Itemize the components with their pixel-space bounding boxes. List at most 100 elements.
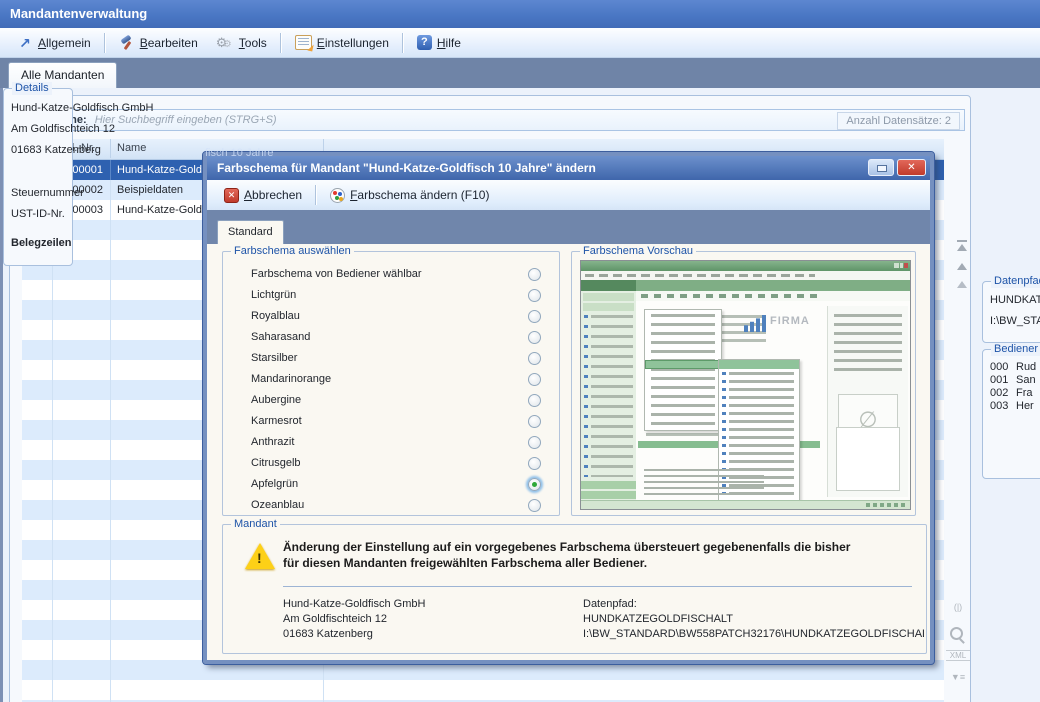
- mdnr-cell: [53, 680, 111, 700]
- mdnr-cell: [53, 540, 111, 560]
- mandant-datapath: Datenpfad: HUNDKATZEGOLDFISCHALT I:\BW_S…: [583, 597, 924, 642]
- toolbar-separator: [280, 33, 282, 53]
- farbschema-option[interactable]: Anthrazit: [223, 432, 559, 453]
- mdnr-cell: [53, 280, 111, 300]
- menu-allgemein[interactable]: ↗ Allgemein: [8, 32, 100, 54]
- notepad-icon: [295, 35, 312, 50]
- bediener-nr: 001: [990, 374, 1016, 386]
- farbschema-option[interactable]: Apfelgrün: [223, 474, 559, 495]
- menu-tools[interactable]: Tools: [207, 32, 276, 54]
- mdnr-cell: [53, 460, 111, 480]
- radio-unselected[interactable]: [528, 394, 541, 407]
- bediener-nr: 002: [990, 387, 1016, 399]
- table-row-empty[interactable]: [22, 680, 944, 700]
- farbschema-option[interactable]: Mandarinorange: [223, 369, 559, 390]
- badge-cell: [22, 480, 53, 500]
- palette-icon: [330, 188, 345, 203]
- datapath-label: Datenpfad:: [583, 597, 924, 612]
- radio-unselected[interactable]: [528, 331, 541, 344]
- app-window: Mandantenverwaltung ↗ Allgemein Bearbeit…: [0, 0, 1040, 702]
- preview-list-box: [836, 427, 900, 491]
- farbschema-option[interactable]: Aubergine: [223, 390, 559, 411]
- badge-cell: [22, 280, 53, 300]
- preview-toolbar: [636, 291, 910, 301]
- dialog-minimize-button[interactable]: [868, 159, 894, 176]
- badge-cell: [22, 640, 53, 660]
- preview-submenu-highlight: [719, 360, 799, 369]
- radio-unselected[interactable]: [528, 268, 541, 281]
- badge-cell: [22, 440, 53, 460]
- option-label: Apfelgrün: [251, 478, 298, 490]
- radio-unselected[interactable]: [528, 310, 541, 323]
- dialog-close-button[interactable]: ✕: [897, 159, 926, 176]
- bediener-name: San: [1016, 374, 1036, 386]
- scroll-up-icon[interactable]: [957, 263, 967, 270]
- radio-unselected[interactable]: [528, 415, 541, 428]
- option-label: Lichtgrün: [251, 289, 296, 301]
- farbschema-option[interactable]: Saharasand: [223, 327, 559, 348]
- datenpfad-line: HUNDKATZEGOLDFISCHALT: [990, 294, 1040, 306]
- badge-cell: [22, 460, 53, 480]
- radio-unselected[interactable]: [528, 289, 541, 302]
- bediener-name: Her: [1016, 400, 1034, 412]
- menu-label: Bearbeiten: [140, 36, 198, 50]
- tabstrip: Alle Mandanten: [0, 58, 1040, 88]
- xml-icon[interactable]: XML: [946, 650, 970, 661]
- menu-label: Einstellungen: [317, 36, 389, 50]
- preview-group-label: Farbschema Vorschau: [580, 245, 696, 258]
- farbschema-option[interactable]: Citrusgelb: [223, 453, 559, 474]
- radio-unselected[interactable]: [528, 499, 541, 512]
- cancel-button[interactable]: Abbrechen: [215, 185, 311, 206]
- option-label: Citrusgelb: [251, 457, 301, 469]
- menu-einstellungen[interactable]: Einstellungen: [286, 32, 398, 53]
- farbschema-options: Farbschema von Bediener wählbar Lichtgrün…: [223, 264, 559, 516]
- badge-cell: [22, 580, 53, 600]
- preview-menubar: [581, 271, 910, 280]
- farbschema-option[interactable]: Lichtgrün: [223, 285, 559, 306]
- farbschema-option[interactable]: Royalblau: [223, 306, 559, 327]
- preview-thumbnail: FIRMA ∅: [580, 260, 911, 510]
- radio-unselected[interactable]: [528, 352, 541, 365]
- badge-cell: [22, 620, 53, 640]
- columns-icon[interactable]: (|): [947, 602, 969, 612]
- radio-unselected[interactable]: [528, 373, 541, 386]
- radio-unselected[interactable]: [528, 457, 541, 470]
- warning-line1: Änderung der Einstellung auf ein vorgege…: [283, 540, 850, 554]
- option-label: Anthrazit: [251, 436, 294, 448]
- radio-unselected[interactable]: [528, 436, 541, 449]
- tab-standard[interactable]: Standard: [217, 220, 284, 244]
- filter-icon[interactable]: ▼≡: [948, 672, 968, 682]
- farbschema-select-group: Farbschema auswählen Farbschema von Bedi…: [222, 251, 560, 516]
- search-input[interactable]: Suche: Hier Suchbegriff eingeben (STRG+S…: [24, 109, 965, 131]
- mdnr-cell: [53, 360, 111, 380]
- scroll-up-icon[interactable]: [957, 281, 967, 288]
- badge-cell: [22, 360, 53, 380]
- farbschema-option[interactable]: Karmesrot: [223, 411, 559, 432]
- farbschema-option[interactable]: Ozeanblau: [223, 495, 559, 516]
- details-line: Am Goldfischteich 12: [11, 123, 115, 135]
- scroll-top-icon[interactable]: [957, 244, 967, 251]
- magnifier-icon[interactable]: [949, 626, 965, 642]
- mandant-divider: [283, 586, 912, 587]
- preview-chart-bars: [744, 315, 766, 332]
- badge-cell: [22, 560, 53, 580]
- option-label: Saharasand: [251, 331, 310, 343]
- menu-hilfe[interactable]: ? Hilfe: [408, 32, 470, 53]
- gears-icon: [216, 35, 234, 51]
- radio-selected[interactable]: [528, 478, 541, 491]
- details-line: Steuernummer: [11, 187, 84, 199]
- details-group: Details Hund-Katze-Goldfisch GmbH Am Gol…: [3, 88, 73, 266]
- menu-bearbeiten[interactable]: Bearbeiten: [110, 32, 207, 54]
- name-cell: [111, 680, 324, 700]
- option-label: Starsilber: [251, 352, 297, 364]
- mdnr-cell: [53, 380, 111, 400]
- datenpfad-group-label: Datenpfad: [991, 275, 1040, 288]
- farbschema-option[interactable]: Farbschema von Bediener wählbar: [223, 264, 559, 285]
- farbschema-option[interactable]: Starsilber: [223, 348, 559, 369]
- warning-line2: für diesen Mandanten freigewählten Farbs…: [283, 556, 647, 570]
- dialog-titlebar: Farbschema für Mandant "Hund-Katze-Goldf…: [207, 156, 930, 180]
- option-label: Mandarinorange: [251, 373, 331, 385]
- apply-farbschema-button[interactable]: Farbschema ändern (F10): [321, 185, 498, 206]
- datenpfad-line: I:\BW_STANDARD\BW558PATCH32176\HUNDKATZE…: [990, 315, 1040, 327]
- bediener-nr: 000: [990, 361, 1016, 373]
